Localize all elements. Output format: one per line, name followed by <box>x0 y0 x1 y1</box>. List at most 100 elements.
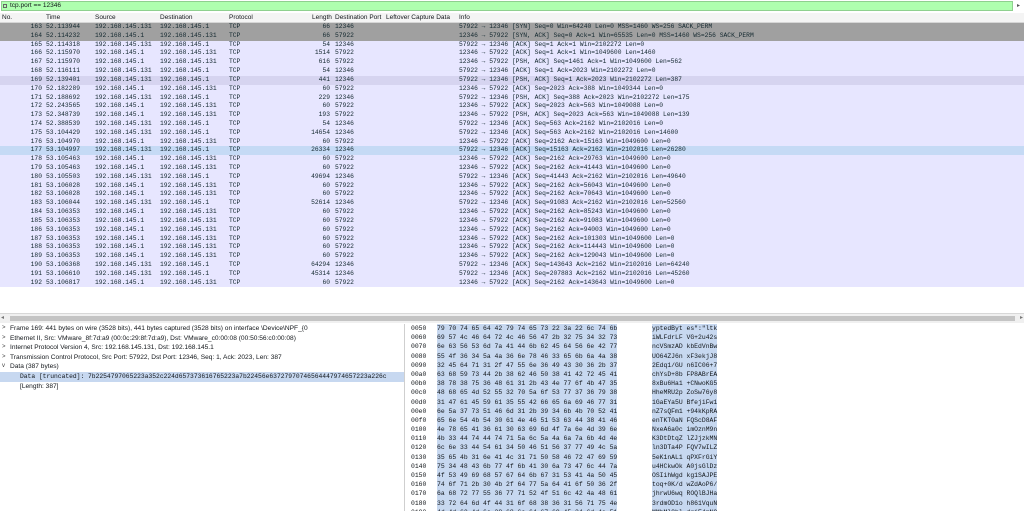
packet-list-horizontal-scrollbar[interactable]: ◂ ▸ <box>0 313 1024 323</box>
detail-tree-row[interactable]: v Data (387 bytes) <box>0 362 404 372</box>
packet-row[interactable]: 191 53.106610 192.168.145.131 192.168.145.1… <box>0 269 1024 279</box>
hex-dump-row[interactable]: 0140 75 34 48 43 6b 77 4f 6b 41 30 6a 73 … <box>407 461 1024 472</box>
hex-dump-row[interactable]: 0080 55 4f 36 34 5a 4a 36 6e 78 46 33 65 … <box>407 351 1024 361</box>
packet-cell-no: 176 <box>30 137 42 145</box>
tree-expanded-icon[interactable]: v <box>2 362 5 372</box>
packet-cell-dport: 12346 <box>335 93 354 101</box>
hex-dump-row[interactable]: 00e0 6e 5a 37 73 51 46 6d 31 2b 39 34 6b … <box>407 406 1024 416</box>
packet-row[interactable]: 171 52.188692 192.168.145.131 192.168.145.1… <box>0 93 1024 103</box>
detail-tree-row[interactable]: [Length: 387] <box>0 382 404 392</box>
hex-offset: 0060 <box>411 334 427 342</box>
hex-dump-row[interactable]: 00c0 48 68 65 4d 52 55 32 70 5a 6f 53 77 … <box>407 388 1024 398</box>
display-filter-input[interactable]: tcp.port == 12346 <box>1 1 1013 11</box>
packet-row[interactable]: 164 52.114232 192.168.145.1 192.168.145.131… <box>0 31 1024 41</box>
scroll-right-icon[interactable]: ▸ <box>1020 314 1023 321</box>
hex-dump-row[interactable]: 0100 4e 78 65 41 36 61 30 63 69 6d 4f 7a … <box>407 425 1024 435</box>
packet-row[interactable]: 172 52.243565 192.168.145.1 192.168.145.131… <box>0 102 1024 112</box>
packet-cell-info: 12346 → 57922 [ACK] Seq=2162 Ack=114443 … <box>459 243 675 251</box>
detail-tree-row[interactable]: > Transmission Control Protocol, Src Port… <box>0 353 404 363</box>
tree-collapsed-icon[interactable]: > <box>2 334 6 344</box>
column-header-length[interactable]: Length <box>312 14 332 21</box>
packet-row[interactable]: 173 52.348739 192.168.145.1 192.168.145.131… <box>0 111 1024 120</box>
packet-row[interactable]: 182 53.106028 192.168.145.1 192.168.145.131… <box>0 190 1024 200</box>
hex-dump-row[interactable]: 00f0 65 6e 54 4b 54 30 61 4e 46 51 53 63 … <box>407 415 1024 426</box>
packet-row[interactable]: 167 52.115970 192.168.145.1 192.168.145.131… <box>0 58 1024 68</box>
packet-cell-no: 181 <box>30 181 42 189</box>
hex-dump-row[interactable]: 0120 6c 6e 33 44 54 61 34 50 46 51 56 37 … <box>407 443 1024 453</box>
packet-cell-proto: TCP <box>229 31 241 39</box>
hex-dump-row[interactable]: 0110 4b 33 44 74 44 74 71 5a 6c 5a 4a 6a … <box>407 434 1024 444</box>
detail-tree-row[interactable]: Data [truncated]: 7b2254797065223a352c22… <box>0 371 404 382</box>
packet-cell-no: 182 <box>30 190 42 198</box>
column-header-info[interactable]: Info <box>459 14 470 21</box>
tree-collapsed-icon[interactable]: > <box>2 343 6 353</box>
hex-dump-row[interactable]: 0180 33 72 64 6d 4f 44 31 6f 68 38 36 31 … <box>407 498 1024 508</box>
packet-row[interactable]: 166 52.115970 192.168.145.1 192.168.145.131… <box>0 49 1024 59</box>
hex-dump-row[interactable]: 00b0 38 78 38 75 36 48 61 31 2b 43 4e 77 … <box>407 379 1024 389</box>
hex-bytes: 48 68 65 4d 52 55 32 70 5a 6f 53 77 37 3… <box>437 388 618 398</box>
column-header-destination-port[interactable]: Destination Port <box>335 14 381 21</box>
column-header-destination[interactable]: Destination <box>160 14 193 21</box>
packet-row[interactable]: 169 52.139401 192.168.145.131 192.168.145.1… <box>0 75 1024 85</box>
packet-row[interactable]: 189 53.106353 192.168.145.1 192.168.145.131… <box>0 252 1024 261</box>
column-header-source[interactable]: Source <box>95 14 116 21</box>
packet-row[interactable]: 179 53.105463 192.168.145.1 192.168.145.131… <box>0 164 1024 173</box>
detail-tree-row[interactable]: > Ethernet II, Src: VMware_8f:7d:a9 (00:0… <box>0 334 404 344</box>
apply-filter-arrow-icon[interactable]: ▸ <box>1014 2 1023 10</box>
packet-row[interactable]: 175 53.104429 192.168.145.131 192.168.145.1… <box>0 128 1024 138</box>
hex-dump-row[interactable]: 0090 32 45 64 71 31 2f 47 55 6e 36 49 43 … <box>407 360 1024 370</box>
hex-dump-row[interactable]: 0170 6a 68 72 77 55 36 77 71 52 4f 51 6c … <box>407 489 1024 499</box>
packet-row[interactable]: 186 53.106353 192.168.145.1 192.168.145.131… <box>0 225 1024 235</box>
tree-collapsed-icon[interactable]: > <box>2 324 6 334</box>
tree-collapsed-icon[interactable]: > <box>2 353 6 363</box>
detail-tree-row[interactable]: > Frame 169: 441 bytes on wire (3528 bits… <box>0 324 404 334</box>
packet-row[interactable]: 187 53.106353 192.168.145.1 192.168.145.131… <box>0 234 1024 244</box>
scroll-left-icon[interactable]: ◂ <box>1 314 4 321</box>
packet-cell-dst: 192.168.145.131 <box>160 252 217 260</box>
hex-dump-row[interactable]: 0060 69 57 4c 46 64 72 4c 46 56 47 2b 32 … <box>407 333 1024 343</box>
packet-row[interactable]: 192 53.106817 192.168.145.1 192.168.145.131… <box>0 278 1024 288</box>
packet-cell-info: 57922 → 12346 [PSH, ACK] Seq=388 Ack=202… <box>459 93 690 101</box>
packet-row[interactable]: 185 53.106353 192.168.145.1 192.168.145.131… <box>0 216 1024 226</box>
packet-cell-dport: 12346 <box>335 128 354 136</box>
packet-row[interactable]: 184 53.106353 192.168.145.1 192.168.145.131… <box>0 208 1024 217</box>
packet-row[interactable]: 177 53.104997 192.168.145.131 192.168.145.1… <box>0 146 1024 156</box>
packet-row[interactable]: 174 52.388539 192.168.145.131 192.168.145.1… <box>0 119 1024 129</box>
hex-dump-row[interactable]: 00d0 31 47 61 45 59 61 35 55 42 66 65 6a … <box>407 397 1024 407</box>
packet-row[interactable]: 170 52.182289 192.168.145.1 192.168.145.131… <box>0 84 1024 94</box>
column-header-no[interactable]: No. <box>2 14 12 21</box>
packet-row[interactable]: 163 52.113944 192.168.145.131 192.168.145.1… <box>0 23 1024 32</box>
scrollbar-thumb[interactable] <box>10 316 1015 321</box>
hex-dump-row[interactable]: 0050 79 70 74 65 64 42 79 74 65 73 22 3a … <box>407 324 1024 334</box>
packet-row[interactable]: 180 53.105503 192.168.145.131 192.168.145.1… <box>0 172 1024 182</box>
hex-dump-row[interactable]: 0070 6e 63 56 53 6d 7a 41 44 6b 62 45 64 … <box>407 342 1024 352</box>
bookmark-icon[interactable] <box>3 4 7 8</box>
packet-row[interactable]: 190 53.106368 192.168.145.131 192.168.145.1… <box>0 260 1024 270</box>
packet-row[interactable]: 168 52.116111 192.168.145.131 192.168.145.1… <box>0 67 1024 76</box>
packet-row[interactable]: 165 52.114318 192.168.145.131 192.168.145.1… <box>0 40 1024 50</box>
hex-dump-row[interactable]: 0160 74 6f 71 2b 30 4b 2f 64 77 5a 64 41 … <box>407 480 1024 490</box>
packet-row[interactable]: 181 53.106028 192.168.145.1 192.168.145.131… <box>0 181 1024 191</box>
hex-bytes: 65 6e 54 4b 54 30 61 4e 46 51 53 63 44 3… <box>437 415 618 426</box>
column-header-protocol[interactable]: Protocol <box>229 14 253 21</box>
packet-row[interactable]: 188 53.106353 192.168.145.1 192.168.145.131… <box>0 243 1024 253</box>
column-header-leftover-capture-data[interactable]: Leftover Capture Data <box>386 14 450 21</box>
packet-rows: 163 52.113944 192.168.145.131 192.168.145.1… <box>0 23 1024 288</box>
hex-dump-row[interactable]: 0150 4f 53 49 69 68 57 67 64 6b 67 31 53 … <box>407 471 1024 481</box>
packet-cell-proto: TCP <box>229 225 241 233</box>
detail-tree-row[interactable]: > Internet Protocol Version 4, Src: 192.1… <box>0 343 404 353</box>
packet-cell-info: 12346 → 57922 [PSH, ACK] Seq=1461 Ack=1 … <box>459 58 682 66</box>
column-header-time[interactable]: Time <box>46 14 60 21</box>
packet-cell-no: 189 <box>30 252 42 260</box>
hex-offset: 0160 <box>411 481 427 489</box>
hex-dump-row[interactable]: 00a0 63 68 59 73 44 2b 38 62 46 50 38 41 … <box>407 369 1024 380</box>
packet-cell-proto: TCP <box>229 102 241 110</box>
packet-cell-dst: 192.168.145.131 <box>160 155 217 163</box>
packet-row[interactable]: 176 53.104970 192.168.145.1 192.168.145.131… <box>0 137 1024 147</box>
hex-dump-row[interactable]: 0130 35 65 4b 31 6e 41 4c 31 71 50 58 46 … <box>407 452 1024 462</box>
packet-row[interactable]: 178 53.105463 192.168.145.1 192.168.145.131… <box>0 155 1024 164</box>
packet-cell-dst: 192.168.145.131 <box>160 278 217 286</box>
packet-cell-time: 53.105463 <box>46 164 81 171</box>
hex-bytes: 79 70 74 65 64 42 79 74 65 73 22 3a 22 6… <box>437 324 618 334</box>
packet-row[interactable]: 183 53.106044 192.168.145.131 192.168.145.1… <box>0 199 1024 209</box>
